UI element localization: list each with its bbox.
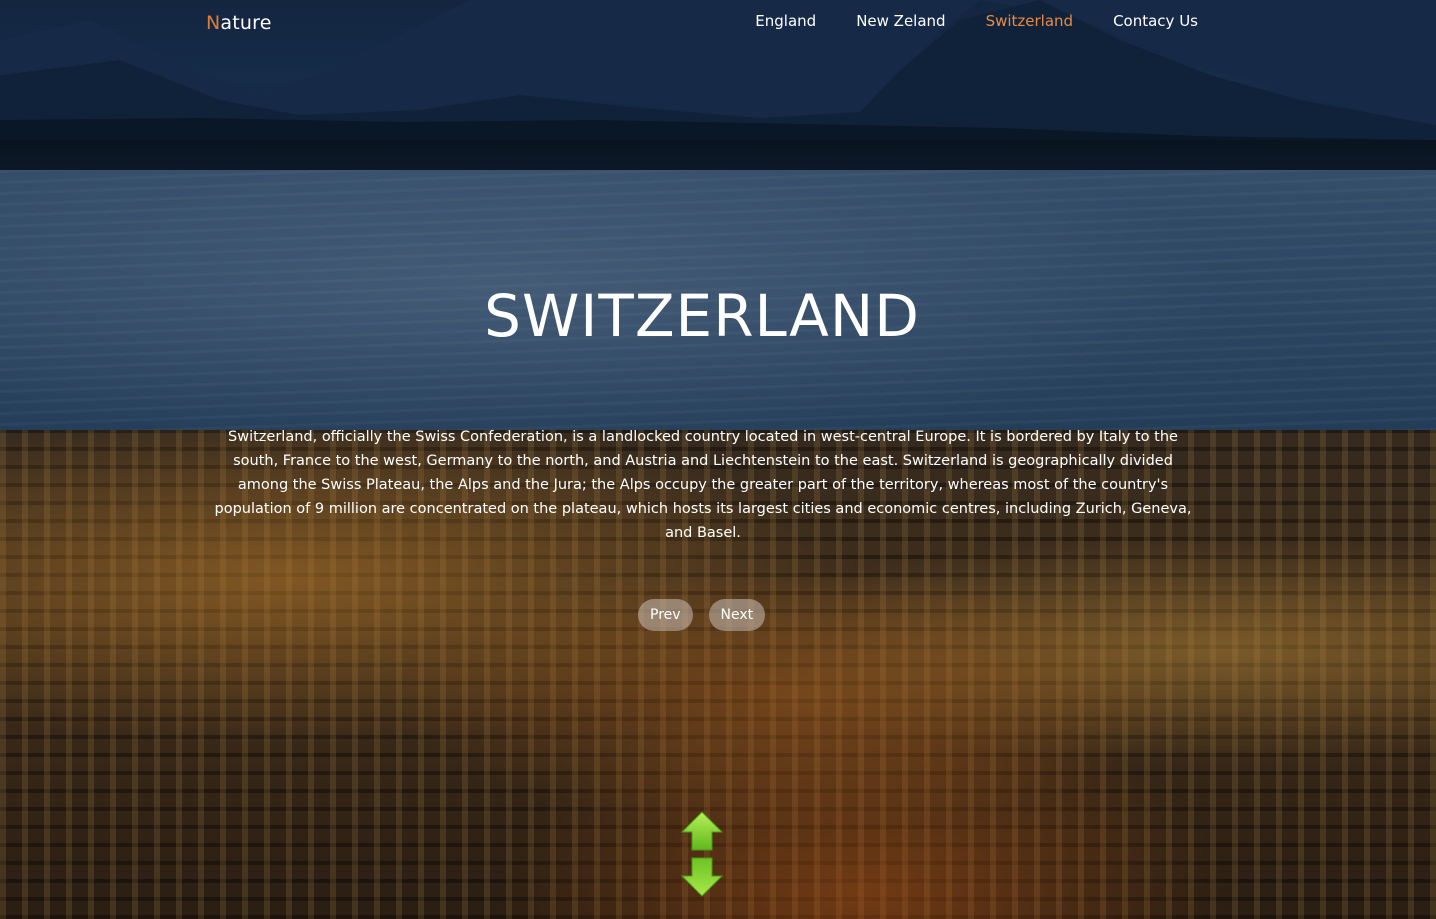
nav-item-switzerland[interactable]: Switzerland	[986, 12, 1074, 30]
logo[interactable]: Nature	[206, 12, 272, 34]
up-down-arrow-icon[interactable]	[680, 810, 724, 898]
nav-item-england[interactable]: England	[755, 12, 816, 30]
logo-first-letter: N	[206, 12, 221, 34]
hero-description: Switzerland, officially the Swiss Confed…	[214, 429, 1192, 541]
page-title: SWITZERLAND	[484, 282, 920, 350]
page: Nature England New Zeland Switzerland Co…	[0, 0, 1436, 919]
next-button[interactable]: Next	[708, 599, 766, 631]
nav-item-contact-us[interactable]: Contacy Us	[1113, 12, 1198, 30]
nav-item-new-zeland[interactable]: New Zeland	[856, 12, 945, 30]
prev-button[interactable]: Prev	[638, 599, 693, 631]
logo-rest: ature	[220, 12, 272, 34]
pager: Prev Next	[638, 599, 766, 631]
main-nav: England New Zeland Switzerland Contacy U…	[755, 12, 1198, 30]
